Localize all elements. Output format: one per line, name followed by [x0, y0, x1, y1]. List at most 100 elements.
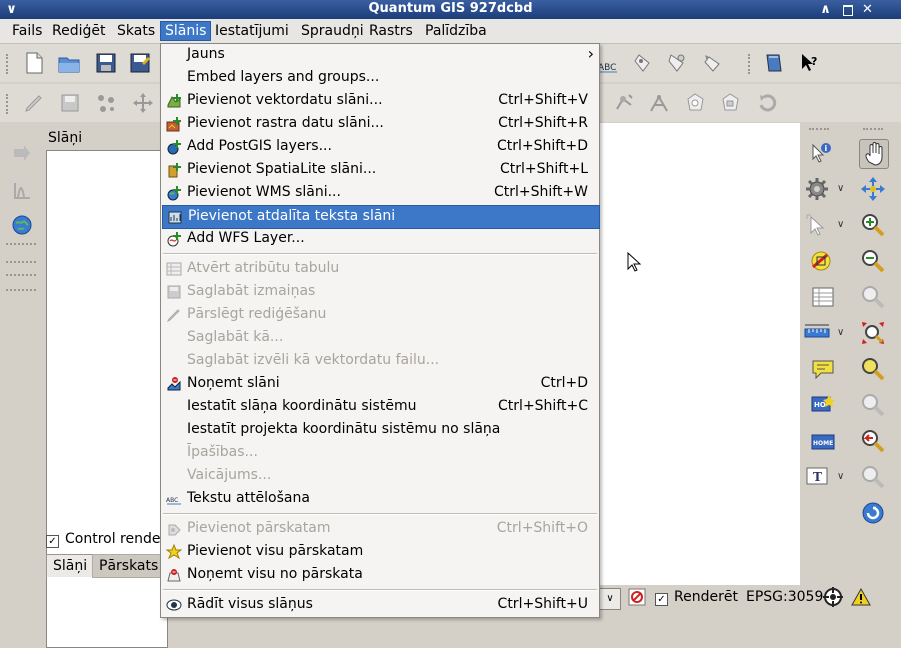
menu-item-add-to-overview[interactable]: Pievienot pārskatam Ctrl+Shift+O	[162, 518, 598, 540]
toolbar-grip[interactable]	[6, 54, 11, 74]
chevron-down-icon[interactable]: ∨	[837, 327, 844, 338]
attribute-table-icon[interactable]	[809, 283, 837, 311]
menu-item-remove-all-from-overview[interactable]: Noņemt visu no pārskata	[162, 564, 598, 586]
menu-item-remove-layer[interactable]: Noņemt slāni Ctrl+D	[162, 373, 598, 395]
warning-icon[interactable]	[851, 587, 871, 607]
capture-point-icon[interactable]	[94, 91, 118, 115]
zoom-previous-icon[interactable]	[859, 427, 887, 455]
map-canvas[interactable]	[599, 123, 800, 585]
crs-status-icon[interactable]	[823, 587, 843, 607]
open-project-icon[interactable]	[57, 51, 81, 75]
menu-item-properties[interactable]: Īpašības...	[162, 442, 598, 464]
map-tips-icon[interactable]	[809, 355, 837, 383]
menu-item-save-as[interactable]: Saglabāt kā...	[162, 327, 598, 349]
menu-edit[interactable]: Rediģēt	[48, 22, 109, 40]
stop-render-icon[interactable]	[627, 587, 647, 607]
globe-icon[interactable]	[10, 213, 34, 237]
menu-item-add-all-to-overview[interactable]: Pievienot visu pārskatam	[162, 541, 598, 563]
zoom-out-icon[interactable]	[859, 247, 887, 275]
chevron-down-icon[interactable]: ∨	[837, 219, 844, 230]
move-feature-icon[interactable]	[131, 91, 155, 115]
close-icon[interactable]: ✕	[860, 2, 875, 17]
control-render-checkbox[interactable]: ✓ Control rende	[46, 531, 161, 548]
checkbox-icon[interactable]: ✓	[46, 535, 59, 548]
text-annotation-icon[interactable]: T	[803, 463, 831, 491]
menu-item-add-delimited-text[interactable]: Pievienot atdalīta teksta slāni	[162, 205, 600, 229]
menu-item-toggle-editing[interactable]: Pārslēgt rediģēšanu	[162, 304, 598, 326]
menu-plugins[interactable]: Spraudņi	[297, 22, 368, 40]
toolbar-grip[interactable]	[6, 289, 36, 291]
zoom-full-icon[interactable]	[859, 175, 887, 203]
toolbar-grip[interactable]	[6, 261, 36, 263]
move-left-icon[interactable]	[10, 141, 34, 165]
zoom-last-icon[interactable]	[859, 355, 887, 383]
zoom-in-icon[interactable]	[859, 211, 887, 239]
save-as-icon[interactable]	[128, 51, 152, 75]
menu-item-save-edits[interactable]: Saglabāt izmaiņas	[162, 281, 598, 303]
identify-icon[interactable]: i	[807, 139, 835, 167]
minimize-icon[interactable]: ∧	[818, 2, 833, 17]
menu-settings[interactable]: Iestatījumi	[211, 22, 293, 40]
split-feature-icon[interactable]	[647, 91, 671, 115]
add-ring-icon[interactable]	[683, 91, 707, 115]
menu-item-add-postgis[interactable]: Add PostGIS layers... Ctrl+Shift+D	[162, 136, 598, 158]
menu-item-set-project-crs[interactable]: Iestatīt projekta koordinātu sistēmu no …	[162, 419, 598, 441]
move-label-icon[interactable]	[701, 51, 725, 75]
menu-help[interactable]: Palīdzība	[421, 22, 491, 40]
new-bookmark-icon[interactable]: HO	[809, 391, 837, 419]
toolbar-grip[interactable]	[6, 94, 11, 114]
menu-item-add-spatialite[interactable]: Pievienot SpatiaLite slāni... Ctrl+Shift…	[162, 159, 598, 181]
menu-item-add-raster[interactable]: Pievienot rastra datu slāni... Ctrl+Shif…	[162, 113, 598, 135]
maximize-icon[interactable]	[840, 2, 855, 17]
new-project-icon[interactable]	[22, 51, 46, 75]
toolbar-grip[interactable]	[863, 128, 883, 130]
menu-file[interactable]: Fails	[8, 22, 46, 40]
toolbar-grip[interactable]	[6, 243, 36, 245]
reshape-icon[interactable]	[755, 91, 779, 115]
zoom-next-icon[interactable]	[859, 391, 887, 419]
deselect-icon[interactable]	[807, 247, 835, 275]
menu-item-open-attribute-table[interactable]: Atvērt atribūtu tabulu	[162, 258, 598, 280]
toolbar-grip[interactable]	[6, 274, 36, 276]
help-book-icon[interactable]	[762, 51, 786, 75]
menu-item-query[interactable]: Vaicājums...	[162, 465, 598, 487]
zoom-actual-size-icon[interactable]	[859, 463, 887, 491]
histogram-icon[interactable]	[10, 179, 34, 203]
checkbox-icon[interactable]: ✓	[655, 593, 668, 606]
tab-layers[interactable]: Slāņi	[46, 554, 95, 577]
toolbar-grip[interactable]	[809, 128, 829, 130]
action-gear-icon[interactable]	[803, 175, 831, 203]
node-tool-icon[interactable]	[613, 91, 637, 115]
menu-item-add-wfs[interactable]: Add WFS Layer...	[162, 228, 598, 250]
scale-dropdown[interactable]: ∨	[599, 588, 621, 610]
show-bookmarks-icon[interactable]: HOME	[809, 427, 837, 455]
show-hide-labels-icon[interactable]	[665, 51, 689, 75]
pin-label-icon[interactable]	[631, 51, 655, 75]
toolbar-grip[interactable]	[748, 54, 753, 74]
zoom-selection-icon[interactable]	[859, 283, 887, 311]
menu-item-add-vector[interactable]: Pievienot vektordatu slāni... Ctrl+Shift…	[162, 90, 598, 112]
menu-item-add-wms[interactable]: Pievienot WMS slāni... Ctrl+Shift+W	[162, 182, 598, 204]
chevron-down-icon[interactable]: ∨	[837, 183, 844, 194]
crs-label[interactable]: EPSG:3059	[746, 589, 823, 605]
menu-view[interactable]: Skats	[113, 22, 159, 40]
menu-raster[interactable]: Rastrs	[365, 22, 417, 40]
menu-item-save-selection-as[interactable]: Saglabāt izvēli kā vektordatu failu...	[162, 350, 598, 372]
refresh-icon[interactable]	[859, 499, 887, 527]
save-project-icon[interactable]	[94, 51, 118, 75]
menu-item-labeling[interactable]: ABC Tekstu attēlošana	[162, 488, 598, 510]
measure-line-icon[interactable]	[803, 319, 831, 347]
pan-icon[interactable]	[859, 139, 889, 169]
add-island-icon[interactable]	[718, 91, 742, 115]
menu-item-show-all-layers[interactable]: Rādīt visus slāņus Ctrl+Shift+U	[162, 594, 598, 616]
save-edits-icon[interactable]	[58, 91, 82, 115]
menu-item-new[interactable]: Jauns ›	[162, 44, 598, 66]
chevron-down-icon[interactable]: ∨	[837, 471, 844, 482]
zoom-layer-icon[interactable]	[859, 319, 887, 347]
whats-this-icon[interactable]: ?	[798, 51, 822, 75]
tab-overview[interactable]: Pārskats	[92, 554, 166, 578]
menu-item-set-layer-crs[interactable]: Iestatīt slāņa koordinātu sistēmu Ctrl+S…	[162, 396, 598, 418]
toggle-editing-icon[interactable]	[22, 91, 46, 115]
menu-item-embed-layers[interactable]: Embed layers and groups...	[162, 67, 598, 89]
menu-layer[interactable]: Slānis	[160, 21, 212, 41]
